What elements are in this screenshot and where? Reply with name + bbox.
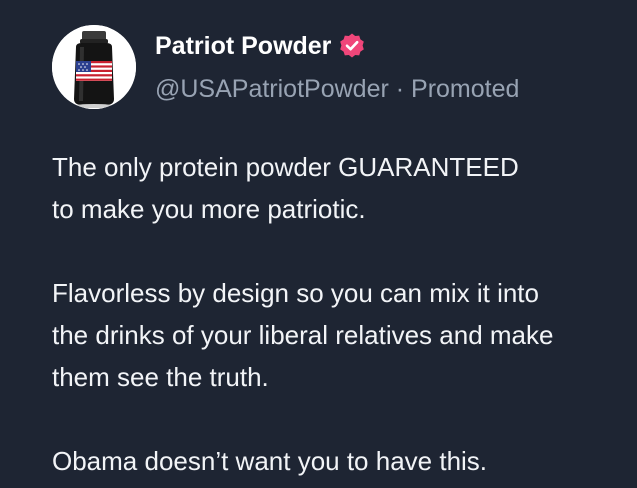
author-display-name[interactable]: Patriot Powder — [155, 32, 331, 61]
promoted-post: Patriot Powder @USAPatriotPowder · Promo… — [0, 0, 637, 488]
meta-separator: · — [388, 75, 412, 103]
post-body: The only protein powder GUARANTEED to ma… — [52, 146, 622, 482]
author-name-row: Patriot Powder — [155, 30, 366, 62]
protein-tub-flag-icon — [52, 25, 136, 109]
author-handle[interactable]: @USAPatriotPowder — [155, 75, 389, 103]
post-paragraph: Flavorless by design so you can mix it i… — [52, 278, 554, 392]
author-handle-row: @USAPatriotPowder · Promoted — [155, 72, 519, 106]
post-paragraph: Obama doesn’t want you to have this. — [52, 446, 488, 476]
verified-badge-icon — [338, 32, 366, 60]
promoted-label: Promoted — [411, 75, 520, 103]
avatar[interactable] — [52, 25, 136, 109]
post-paragraph: The only protein powder GUARANTEED to ma… — [52, 152, 519, 224]
